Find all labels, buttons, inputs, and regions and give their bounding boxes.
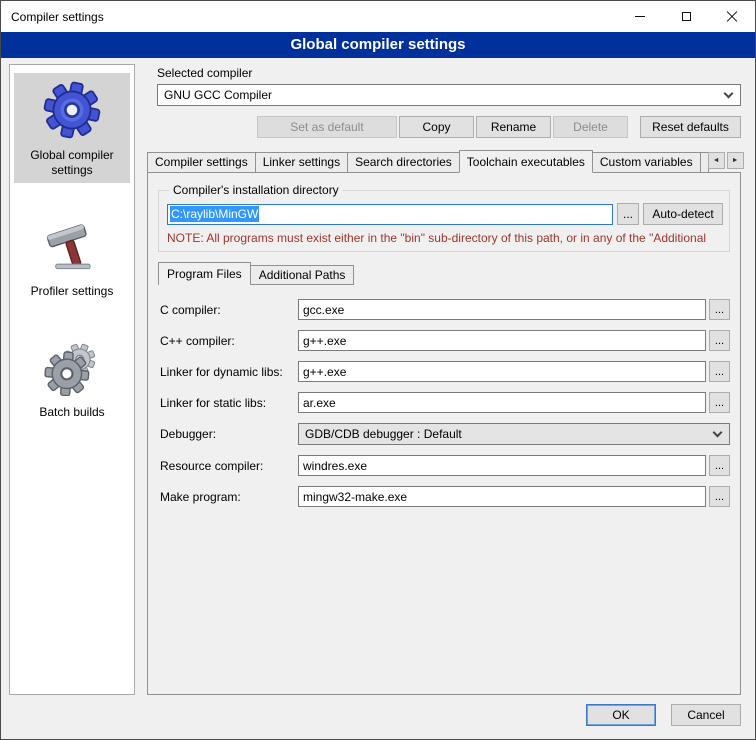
tab-scroll-right-icon[interactable]: ► (727, 152, 744, 169)
close-icon (726, 11, 738, 23)
minimize-icon (635, 16, 645, 17)
make-program-browse-button[interactable]: ... (709, 486, 730, 507)
subtab-additional-paths[interactable]: Additional Paths (250, 265, 355, 285)
field-label: Resource compiler: (160, 459, 298, 473)
c-compiler-browse-button[interactable]: ... (709, 299, 730, 320)
maximize-button[interactable] (663, 1, 709, 32)
settings-sidebar: Global compiler settings Profiler settin… (9, 64, 135, 695)
tab-toolchain-executables[interactable]: Toolchain executables (459, 150, 593, 173)
form-row-c-compiler: C compiler: ... (160, 299, 730, 320)
sidebar-item-batch-builds[interactable]: Batch builds (14, 330, 130, 425)
compiler-settings-window: Compiler settings Global compiler settin… (0, 0, 756, 740)
field-label: Debugger: (160, 427, 298, 441)
tab-custom-variables[interactable]: Custom variables (592, 152, 701, 172)
field-label: Linker for dynamic libs: (160, 365, 298, 379)
executables-subtabbar: Program Files Additional Paths (158, 262, 732, 285)
set-as-default-button[interactable]: Set as default (257, 116, 397, 138)
cpp-compiler-input[interactable] (298, 330, 706, 351)
settings-tabbar: Compiler settings Linker settings Search… (147, 150, 741, 172)
ok-button[interactable]: OK (586, 704, 656, 726)
window-controls (617, 1, 755, 32)
installation-directory-input[interactable]: C:\raylib\MinGW (167, 204, 613, 225)
field-label: C compiler: (160, 303, 298, 317)
installation-note: NOTE: All programs must exist either in … (165, 228, 723, 247)
sidebar-item-global-compiler-settings[interactable]: Global compiler settings (14, 73, 130, 183)
minimize-button[interactable] (617, 1, 663, 32)
form-row-cpp-compiler: C++ compiler: ... (160, 330, 730, 351)
static-linker-input[interactable] (298, 392, 706, 413)
toolchain-executables-panel: Compiler's installation directory C:\ray… (147, 172, 741, 695)
resource-compiler-input[interactable] (298, 455, 706, 476)
installation-directory-group: Compiler's installation directory C:\ray… (158, 183, 730, 252)
dynamic-linker-browse-button[interactable]: ... (709, 361, 730, 382)
form-row-make-program: Make program: ... (160, 486, 730, 507)
subtab-program-files[interactable]: Program Files (158, 262, 251, 285)
installation-directory-group-title: Compiler's installation directory (169, 183, 343, 197)
static-linker-browse-button[interactable]: ... (709, 392, 730, 413)
delete-button[interactable]: Delete (553, 116, 628, 138)
debugger-select[interactable]: GDB/CDB debugger : Default (298, 423, 730, 445)
field-label: Make program: (160, 490, 298, 504)
maximize-icon (682, 12, 691, 21)
make-program-input[interactable] (298, 486, 706, 507)
auto-detect-button[interactable]: Auto-detect (643, 203, 723, 225)
window-title: Compiler settings (1, 10, 104, 24)
field-label: C++ compiler: (160, 334, 298, 348)
tab-search-directories[interactable]: Search directories (347, 152, 460, 172)
copy-button[interactable]: Copy (399, 116, 474, 138)
sidebar-item-label: Global compiler settings (16, 148, 128, 178)
cpp-compiler-browse-button[interactable]: ... (709, 330, 730, 351)
form-row-dynamic-linker: Linker for dynamic libs: ... (160, 361, 730, 382)
main-panel: Selected compiler GNU GCC Compiler Set a… (147, 64, 741, 695)
blue-gear-icon (16, 78, 128, 142)
dialog-footer: OK Cancel (1, 699, 755, 739)
form-row-debugger: Debugger: GDB/CDB debugger : Default (160, 423, 730, 445)
reset-defaults-button[interactable]: Reset defaults (640, 116, 741, 138)
tab-linker-settings[interactable]: Linker settings (255, 152, 348, 172)
form-row-resource-compiler: Resource compiler: ... (160, 455, 730, 476)
tab-scroll-left-icon[interactable]: ◄ (708, 152, 725, 169)
chevron-down-icon (713, 428, 723, 438)
program-files-form: C compiler: ... C++ compiler: ... Linker… (160, 299, 730, 507)
selected-compiler-label: Selected compiler (157, 66, 741, 80)
titlebar: Compiler settings (1, 1, 755, 32)
installation-directory-value: C:\raylib\MinGW (170, 206, 259, 222)
dynamic-linker-input[interactable] (298, 361, 706, 382)
dialog-content: Global compiler settings Profiler settin… (1, 58, 755, 699)
tab-scroll-controls: ◄ ► (708, 152, 744, 169)
sidebar-item-label: Profiler settings (16, 284, 128, 299)
c-compiler-input[interactable] (298, 299, 706, 320)
sidebar-item-profiler-settings[interactable]: Profiler settings (14, 209, 130, 304)
selected-compiler-select[interactable]: GNU GCC Compiler (157, 84, 741, 106)
close-button[interactable] (709, 1, 755, 32)
compiler-actions: Set as default Copy Rename Delete Reset … (157, 116, 741, 138)
page-title: Global compiler settings (1, 32, 755, 58)
rename-button[interactable]: Rename (476, 116, 551, 138)
cancel-button[interactable]: Cancel (671, 704, 741, 726)
form-row-static-linker: Linker for static libs: ... (160, 392, 730, 413)
installation-directory-row: C:\raylib\MinGW ... Auto-detect (165, 201, 723, 228)
sidebar-item-label: Batch builds (16, 405, 128, 420)
chevron-down-icon (724, 89, 734, 99)
profiler-tool-icon (16, 214, 128, 278)
selected-compiler-value: GNU GCC Compiler (164, 88, 272, 102)
tab-compiler-settings[interactable]: Compiler settings (147, 152, 256, 172)
debugger-value: GDB/CDB debugger : Default (305, 427, 462, 441)
installation-directory-browse-button[interactable]: ... (617, 203, 639, 225)
field-label: Linker for static libs: (160, 396, 298, 410)
gray-gears-icon (16, 335, 128, 399)
resource-compiler-browse-button[interactable]: ... (709, 455, 730, 476)
